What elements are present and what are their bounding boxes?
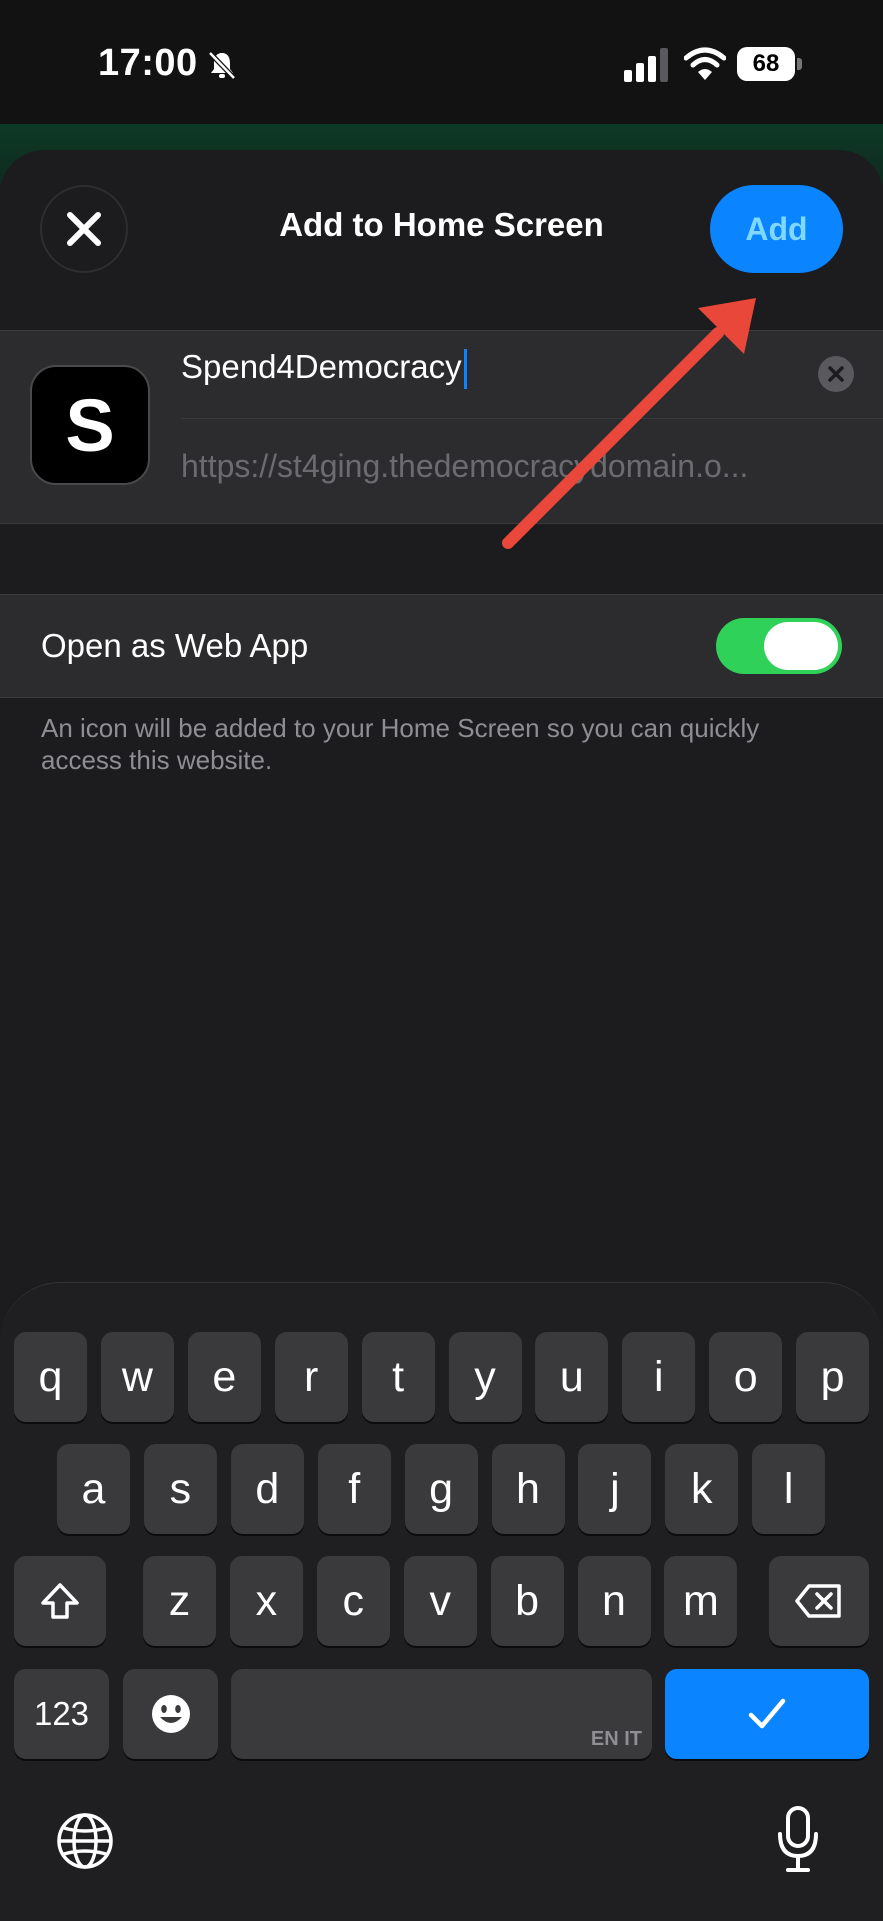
- status-time: 17:00: [98, 42, 198, 84]
- battery-tip: [797, 58, 802, 70]
- key-r[interactable]: r: [274, 1332, 348, 1422]
- clear-x-icon: [828, 366, 844, 382]
- toggle-knob: [764, 622, 838, 670]
- key-v[interactable]: v: [403, 1556, 477, 1646]
- keyboard-language-indicator: EN IT: [590, 1728, 642, 1750]
- open-as-web-app-toggle[interactable]: [716, 618, 842, 674]
- microphone-icon[interactable]: [776, 1806, 820, 1874]
- key-i[interactable]: i: [622, 1332, 696, 1422]
- key-o[interactable]: o: [709, 1332, 783, 1422]
- key-u[interactable]: u: [535, 1332, 609, 1422]
- key-k[interactable]: k: [665, 1444, 739, 1534]
- app-icon-preview: S: [30, 365, 150, 485]
- silent-bell-icon: [208, 51, 236, 80]
- globe-icon[interactable]: [56, 1812, 114, 1870]
- shift-icon: [41, 1583, 79, 1619]
- emoji-icon: [151, 1695, 190, 1733]
- shift-key[interactable]: [14, 1556, 106, 1646]
- key-l[interactable]: l: [752, 1444, 826, 1534]
- app-name-input[interactable]: Spend4Democracy: [181, 348, 467, 390]
- wifi-icon: [684, 47, 726, 80]
- key-x[interactable]: x: [229, 1556, 303, 1646]
- space-key[interactable]: EN IT: [231, 1669, 652, 1759]
- key-j[interactable]: j: [578, 1444, 652, 1534]
- key-h[interactable]: h: [491, 1444, 565, 1534]
- key-f[interactable]: f: [317, 1444, 391, 1534]
- key-c[interactable]: c: [316, 1556, 390, 1646]
- key-s[interactable]: s: [143, 1444, 217, 1534]
- key-n[interactable]: n: [577, 1556, 651, 1646]
- key-b[interactable]: b: [490, 1556, 564, 1646]
- app-url-text: https://st4ging.thedemocracydomain.o...: [181, 448, 749, 484]
- done-key[interactable]: [665, 1669, 869, 1759]
- open-as-web-app-label: Open as Web App: [41, 627, 309, 664]
- key-y[interactable]: y: [448, 1332, 522, 1422]
- battery-level: 68: [737, 47, 795, 81]
- key-e[interactable]: e: [187, 1332, 261, 1422]
- key-d[interactable]: d: [230, 1444, 304, 1534]
- key-a[interactable]: a: [57, 1444, 130, 1534]
- text-cursor: [463, 349, 467, 390]
- key-m[interactable]: m: [664, 1556, 738, 1646]
- battery-icon: 68: [737, 47, 803, 81]
- status-bar: 17:00 68: [0, 0, 883, 124]
- delete-key[interactable]: [769, 1556, 869, 1646]
- app-name-text: Spend4Democracy: [181, 348, 462, 385]
- emoji-key[interactable]: [123, 1669, 218, 1759]
- add-button[interactable]: Add: [710, 185, 843, 273]
- hint-text: An icon will be added to your Home Scree…: [41, 713, 760, 775]
- field-divider: [181, 418, 883, 419]
- backspace-icon: [795, 1584, 841, 1618]
- key-q[interactable]: q: [14, 1332, 87, 1422]
- key-g[interactable]: g: [404, 1444, 478, 1534]
- checkmark-icon: [748, 1698, 786, 1729]
- key-p[interactable]: p: [796, 1332, 870, 1422]
- clear-text-icon[interactable]: [818, 356, 854, 392]
- key-t[interactable]: t: [361, 1332, 435, 1422]
- key-z[interactable]: z: [143, 1556, 216, 1646]
- cellular-signal-icon: [624, 48, 668, 82]
- numbers-key[interactable]: 123: [14, 1669, 109, 1759]
- key-w[interactable]: w: [100, 1332, 174, 1422]
